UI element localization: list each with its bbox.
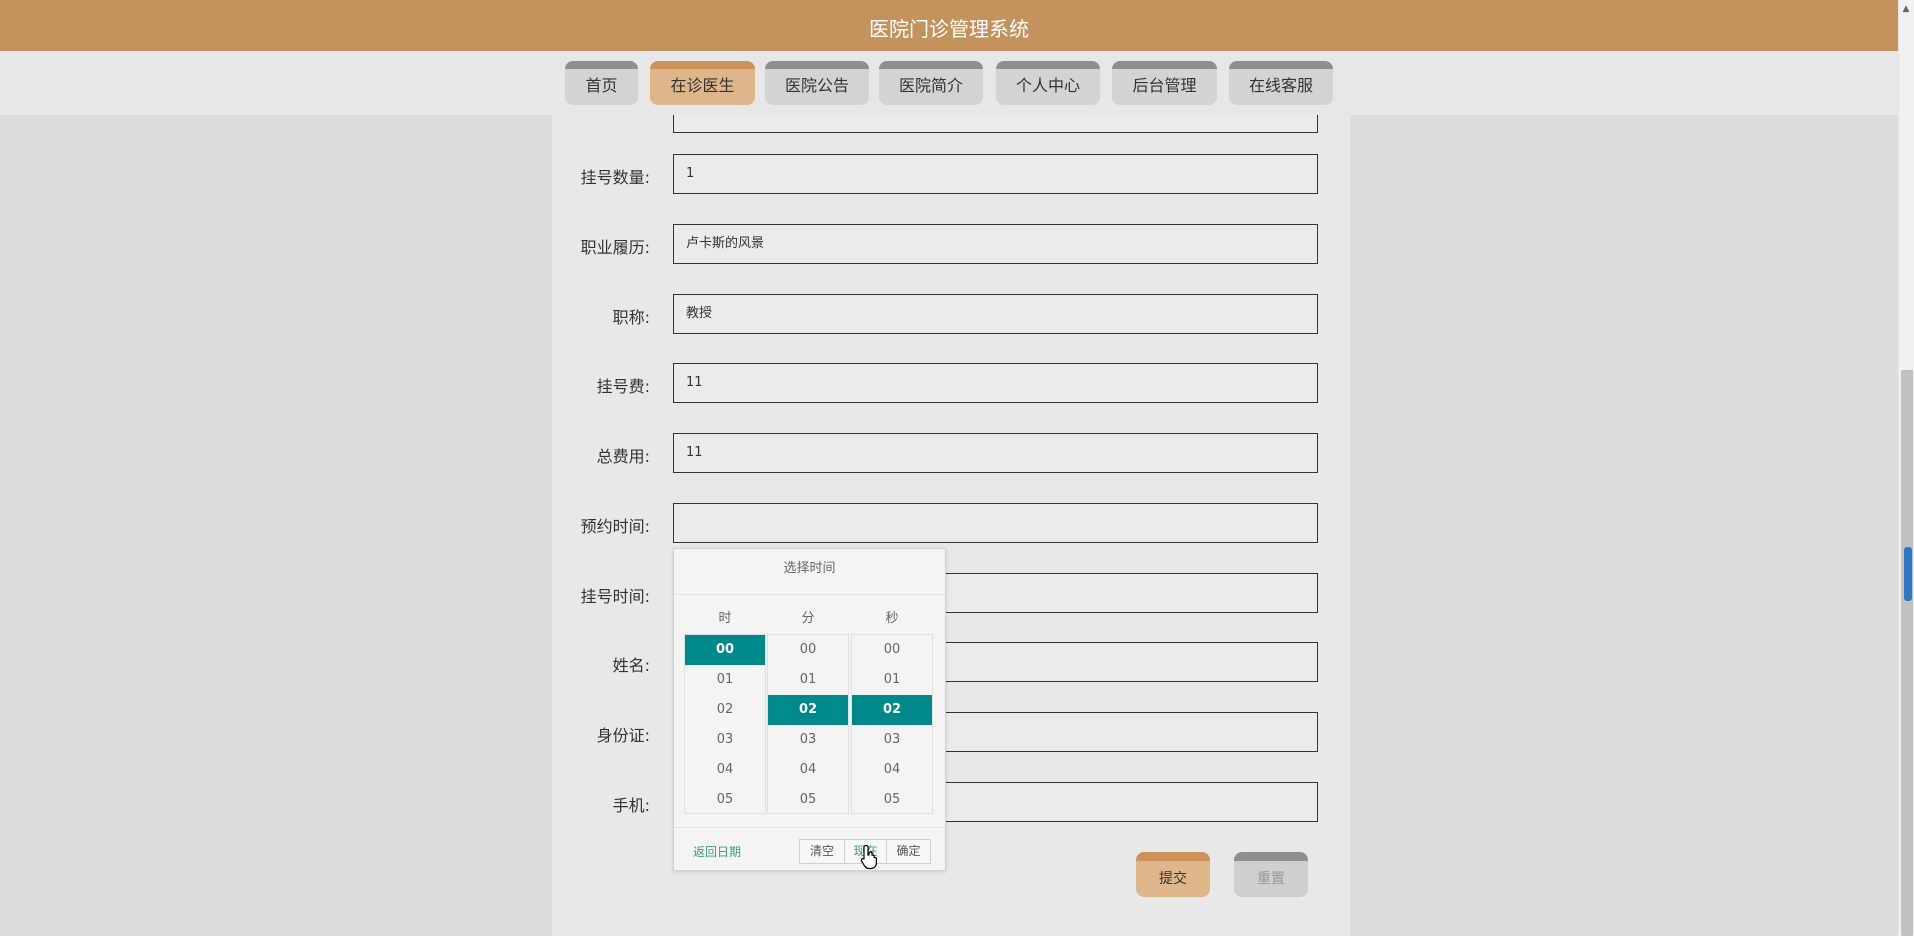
- second-option[interactable]: 03: [852, 725, 932, 755]
- time-picker-popup: 选择时间 时 分 秒 00 01 02 03 04 05 00 01 02 03…: [673, 548, 946, 871]
- field-label: 身份证:: [596, 726, 650, 745]
- previous-field-input[interactable]: [673, 115, 1318, 133]
- field-label: 总费用:: [596, 447, 650, 466]
- nav-tab-personal-center[interactable]: 个人中心: [996, 61, 1100, 105]
- scroll-up-arrow-icon[interactable]: ▲: [1898, 0, 1914, 18]
- minute-option[interactable]: 01: [768, 665, 848, 695]
- reset-button[interactable]: 重置: [1234, 852, 1308, 897]
- nav-tab-hospital-intro[interactable]: 医院简介: [879, 61, 983, 105]
- hour-option[interactable]: 02: [685, 695, 765, 725]
- form-row-appointment-time: 预约时间:: [552, 503, 1350, 543]
- form-panel: 挂号数量: 1 职业履历: 卢卡斯的风景 职称: 教授 挂号费: 11 总费用:…: [552, 115, 1350, 936]
- field-label: 挂号时间:: [580, 587, 650, 606]
- clear-button[interactable]: 清空: [799, 839, 845, 864]
- hour-option[interactable]: 01: [685, 665, 765, 695]
- field-label: 姓名:: [612, 656, 650, 675]
- nav-bar: 首页 在诊医生 医院公告 医院简介 个人中心 后台管理 在线客服: [0, 51, 1898, 115]
- hour-option[interactable]: 05: [685, 785, 765, 815]
- minute-column[interactable]: 00 01 02 03 04 05: [767, 634, 849, 814]
- field-label: 手机:: [612, 796, 650, 815]
- hour-option[interactable]: 04: [685, 755, 765, 785]
- registration-fee-input[interactable]: 11: [673, 363, 1318, 403]
- form-row-phone: 手机:: [552, 782, 1350, 822]
- hour-option[interactable]: 03: [685, 725, 765, 755]
- form-row-id-card: 身份证:: [552, 712, 1350, 752]
- scrollbar-thumb[interactable]: [1901, 370, 1913, 936]
- scroll-indicator: [1904, 547, 1912, 601]
- nav-tab-home[interactable]: 首页: [565, 61, 638, 105]
- second-column[interactable]: 00 01 02 03 04 05: [851, 634, 933, 814]
- hour-column-header: 时: [718, 611, 732, 626]
- nav-tab-admin[interactable]: 后台管理: [1112, 61, 1217, 105]
- nav-tab-announcements[interactable]: 医院公告: [765, 61, 869, 105]
- minute-option[interactable]: 05: [768, 785, 848, 815]
- second-option-selected[interactable]: 02: [852, 695, 932, 725]
- confirm-button[interactable]: 确定: [886, 839, 931, 864]
- submit-button[interactable]: 提交: [1136, 852, 1210, 897]
- hour-option-selected[interactable]: 00: [685, 635, 765, 665]
- hand-pointer-icon: [860, 844, 877, 870]
- minute-option[interactable]: 04: [768, 755, 848, 785]
- job-title-input[interactable]: 教授: [673, 294, 1318, 334]
- app-title: 医院门诊管理系统: [869, 17, 1029, 41]
- back-to-date-link[interactable]: 返回日期: [693, 843, 741, 860]
- appointment-time-input[interactable]: [673, 503, 1318, 543]
- minute-column-header: 分: [801, 611, 815, 626]
- second-option[interactable]: 00: [852, 635, 932, 665]
- form-row-name: 姓名:: [552, 642, 1350, 682]
- form-row-job-title: 职称: 教授: [552, 294, 1350, 334]
- nav-tab-online-service[interactable]: 在线客服: [1229, 61, 1333, 105]
- second-column-header: 秒: [885, 611, 899, 626]
- second-option[interactable]: 05: [852, 785, 932, 815]
- minute-option[interactable]: 03: [768, 725, 848, 755]
- minute-option-selected[interactable]: 02: [768, 695, 848, 725]
- app-header: 医院门诊管理系统: [0, 0, 1898, 51]
- field-label: 职称:: [612, 308, 650, 327]
- form-row-total-fee: 总费用: 11: [552, 433, 1350, 473]
- form-row-registration-count: 挂号数量: 1: [552, 154, 1350, 194]
- field-label: 职业履历:: [580, 238, 650, 257]
- minute-option[interactable]: 00: [768, 635, 848, 665]
- hour-column[interactable]: 00 01 02 03 04 05: [684, 634, 766, 814]
- total-fee-input[interactable]: 11: [673, 433, 1318, 473]
- time-picker-footer: 返回日期 清空 现在 确定: [674, 827, 945, 872]
- career-history-input[interactable]: 卢卡斯的风景: [673, 224, 1318, 264]
- form-row-registration-time: 挂号时间:: [552, 573, 1350, 613]
- nav-tab-doctors[interactable]: 在诊医生: [650, 61, 755, 105]
- form-row-registration-fee: 挂号费: 11: [552, 363, 1350, 403]
- second-option[interactable]: 01: [852, 665, 932, 695]
- form-row-career-history: 职业履历: 卢卡斯的风景: [552, 224, 1350, 264]
- second-option[interactable]: 04: [852, 755, 932, 785]
- time-picker-title: 选择时间: [674, 549, 945, 595]
- field-label: 挂号数量:: [580, 168, 650, 187]
- field-label: 预约时间:: [580, 517, 650, 536]
- field-label: 挂号费:: [596, 377, 650, 396]
- registration-count-input[interactable]: 1: [673, 154, 1318, 194]
